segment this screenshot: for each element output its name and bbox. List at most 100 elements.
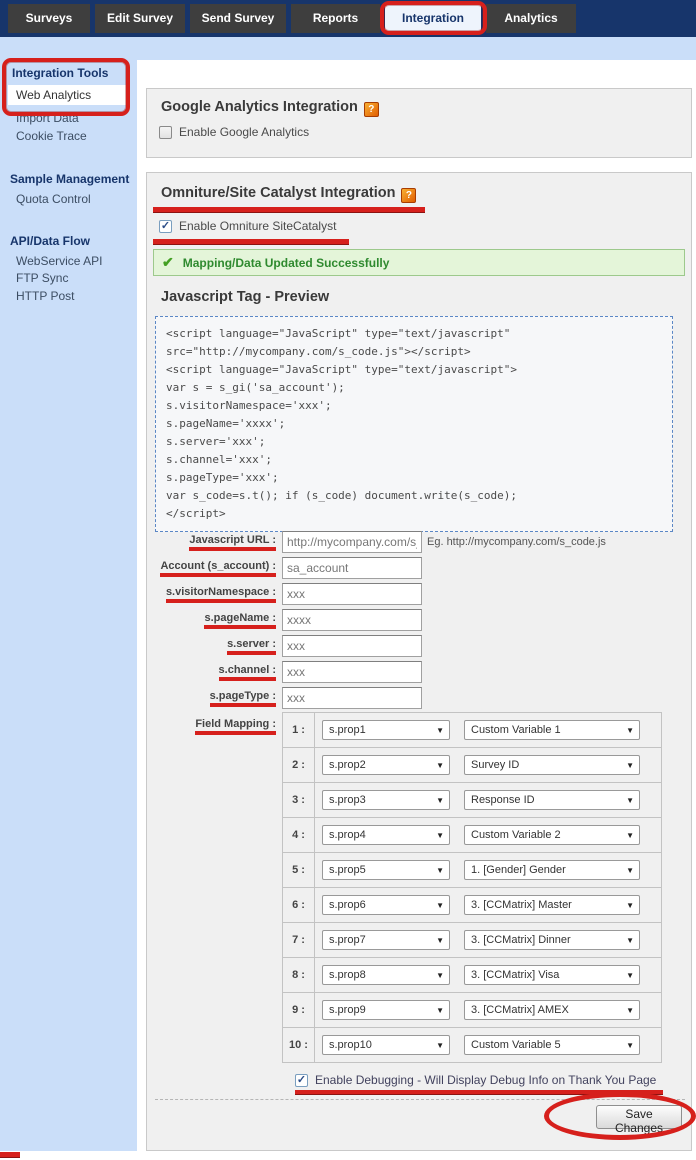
dropdown-arrow-icon: ▼ <box>436 932 444 950</box>
mapping-prop-select-5[interactable]: s.prop5▼ <box>322 860 450 880</box>
mapping-row-5: 5 : s.prop5▼ 1. [Gender] Gender▼ <box>282 852 662 888</box>
tab-send-survey[interactable]: Send Survey <box>190 4 286 33</box>
dropdown-arrow-icon: ▼ <box>626 792 634 810</box>
mapping-target-select-8[interactable]: 3. [CCMatrix] Visa▼ <box>464 965 640 985</box>
enable-google-analytics-label: Enable Google Analytics <box>179 125 309 139</box>
channel-label: s.channel : <box>219 664 276 681</box>
mapping-target-select-4[interactable]: Custom Variable 2▼ <box>464 825 640 845</box>
success-check-icon: ✔ <box>162 254 174 271</box>
mapping-target-select-1[interactable]: Custom Variable 1▼ <box>464 720 640 740</box>
sidebar-item-webservice-api[interactable]: WebService API <box>16 254 102 268</box>
mapping-prop-value: s.prop2 <box>329 759 366 771</box>
dropdown-arrow-icon: ▼ <box>436 967 444 985</box>
dropdown-arrow-icon: ▼ <box>436 1002 444 1020</box>
enable-debugging-checkbox[interactable]: ✓ <box>295 1074 308 1087</box>
page-type-input[interactable] <box>282 687 422 709</box>
mapping-row-1: 1 : s.prop1▼ Custom Variable 1▼ <box>282 712 662 748</box>
mapping-target-select-3[interactable]: Response ID▼ <box>464 790 640 810</box>
account-label-cell: Account (s_account) : <box>147 560 276 577</box>
tab-analytics[interactable]: Analytics <box>486 4 576 33</box>
annotation-omniture-title-underline <box>153 207 425 213</box>
tab-edit-survey[interactable]: Edit Survey <box>95 4 185 33</box>
javascript-url-label: Javascript URL : <box>189 534 276 551</box>
server-input[interactable] <box>282 635 422 657</box>
mapping-prop-select-9[interactable]: s.prop9 ▼ <box>322 1000 450 1020</box>
help-icon[interactable]: ? <box>401 188 416 203</box>
success-message-text: Mapping/Data Updated Successfully <box>183 256 390 270</box>
visitor-namespace-input[interactable] <box>282 583 422 605</box>
mapping-prop-select-6[interactable]: s.prop6▼ <box>322 895 450 915</box>
mapping-row-4: 4 : s.prop4▼ Custom Variable 2▼ <box>282 817 662 853</box>
sidebar-item-http-post[interactable]: HTTP Post <box>16 289 74 303</box>
field-mapping-label-cell: Field Mapping : <box>147 718 276 735</box>
mapping-prop-value: s.prop6 <box>329 899 366 911</box>
channel-input[interactable] <box>282 661 422 683</box>
account-input[interactable] <box>282 557 422 579</box>
code-line: var s = s_gi('sa_account'); <box>166 379 662 397</box>
mapping-row-3: 3 : s.prop3▼ Response ID▼ <box>282 782 662 818</box>
mapping-row-number: 1 : <box>283 713 315 747</box>
field-mapping-label: Field Mapping : <box>195 718 276 735</box>
annotation-save-button <box>544 1092 696 1140</box>
annotation-omniture-checkbox-underline <box>153 239 349 245</box>
mapping-prop-value: s.prop3 <box>329 794 366 806</box>
mapping-target-select-7[interactable]: 3. [CCMatrix] Dinner▼ <box>464 930 640 950</box>
enable-google-analytics-checkbox[interactable] <box>159 126 172 139</box>
sidebar-section-sample-management: Sample Management <box>10 172 129 186</box>
mapping-target-value: Custom Variable 1 <box>471 724 561 736</box>
mapping-target-select-5[interactable]: 1. [Gender] Gender▼ <box>464 860 640 880</box>
mapping-prop-select-4[interactable]: s.prop4▼ <box>322 825 450 845</box>
dropdown-arrow-icon: ▼ <box>626 1037 634 1055</box>
sidebar-item-ftp-sync[interactable]: FTP Sync <box>16 271 68 285</box>
mapping-prop-select-10[interactable]: s.prop10▼ <box>322 1035 450 1055</box>
code-line: s.pageType='xxx'; <box>166 469 662 487</box>
form-row-javascript-url: Javascript URL : Eg. http://mycompany.co… <box>147 531 692 553</box>
code-line: s.channel='xxx'; <box>166 451 662 469</box>
mapping-target-select-9[interactable]: 3. [CCMatrix] AMEX▼ <box>464 1000 640 1020</box>
mapping-row-number: 5 : <box>283 853 315 887</box>
page-name-input[interactable] <box>282 609 422 631</box>
mapping-prop-value: s.prop5 <box>329 864 366 876</box>
form-row-visitor-namespace: s.visitorNamespace : <box>147 583 692 605</box>
code-line: src="http://mycompany.com/s_code.js"></s… <box>166 343 662 361</box>
sidebar-item-cookie-trace[interactable]: Cookie Trace <box>16 129 87 143</box>
mapping-target-value: Custom Variable 5 <box>471 1039 561 1051</box>
mapping-prop-value: s.prop4 <box>329 829 366 841</box>
mapping-row-2: 2 : s.prop2 ▼ Survey ID▼ <box>282 747 662 783</box>
mapping-prop-select-3[interactable]: s.prop3 ▼ <box>322 790 450 810</box>
omniture-title-text: Omniture/Site Catalyst Integration <box>161 185 395 201</box>
mapping-prop-value: s.prop9 <box>329 1004 366 1016</box>
mapping-target-select-6[interactable]: 3. [CCMatrix] Master▼ <box>464 895 640 915</box>
google-analytics-title: Google Analytics Integration? <box>161 99 379 117</box>
mapping-target-select-10[interactable]: Custom Variable 5 ▼ <box>464 1035 640 1055</box>
dropdown-arrow-icon: ▼ <box>436 757 444 775</box>
code-line: var s_code=s.t(); if (s_code) document.w… <box>166 487 662 505</box>
mapping-target-value: 1. [Gender] Gender <box>471 864 566 876</box>
help-icon[interactable]: ? <box>364 102 379 117</box>
mapping-prop-select-2[interactable]: s.prop2 ▼ <box>322 755 450 775</box>
javascript-url-input[interactable] <box>282 531 422 553</box>
mapping-row-number: 2 : <box>283 748 315 782</box>
mapping-prop-select-1[interactable]: s.prop1▼ <box>322 720 450 740</box>
code-line: <script language="JavaScript" type="text… <box>166 361 662 379</box>
mapping-prop-value: s.prop7 <box>329 934 366 946</box>
sidebar-item-quota-control[interactable]: Quota Control <box>16 192 91 206</box>
form-row-page-type: s.pageType : <box>147 687 692 709</box>
form-row-channel: s.channel : <box>147 661 692 683</box>
mapping-row-number: 7 : <box>283 923 315 957</box>
mapping-prop-select-7[interactable]: s.prop7 ▼ <box>322 930 450 950</box>
visitor-namespace-label-cell: s.visitorNamespace : <box>147 586 276 603</box>
dropdown-arrow-icon: ▼ <box>436 792 444 810</box>
js-tag-preview-title: Javascript Tag - Preview <box>161 289 329 305</box>
visitor-namespace-label: s.visitorNamespace : <box>166 586 276 603</box>
dropdown-arrow-icon: ▼ <box>626 932 634 950</box>
tab-surveys[interactable]: Surveys <box>8 4 90 33</box>
mapping-prop-select-8[interactable]: s.prop8▼ <box>322 965 450 985</box>
mapping-prop-value: s.prop10 <box>329 1039 372 1051</box>
tab-reports[interactable]: Reports <box>291 4 380 33</box>
mapping-target-select-2[interactable]: Survey ID▼ <box>464 755 640 775</box>
enable-omniture-checkbox[interactable]: ✓ <box>159 220 172 233</box>
enable-omniture-row: ✓ Enable Omniture SiteCatalyst <box>159 219 336 233</box>
mapping-row-number: 8 : <box>283 958 315 992</box>
mapping-row-7: 7 : s.prop7 ▼ 3. [CCMatrix] Dinner▼ <box>282 922 662 958</box>
